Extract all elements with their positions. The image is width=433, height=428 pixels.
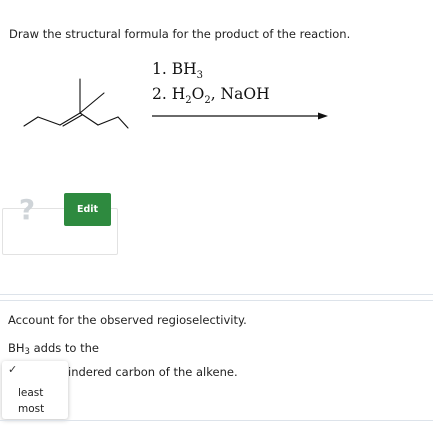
bottom-divider xyxy=(0,420,433,421)
step1-text: 1. BH xyxy=(152,60,197,78)
question-prompt: Draw the structural formula for the prod… xyxy=(9,27,351,41)
edit-button[interactable]: Edit xyxy=(64,193,111,226)
svg-text:?: ? xyxy=(19,195,35,225)
reaction-conditions: 1. BH3 2. H2O2, NaOH xyxy=(152,60,270,110)
step2-text-c: , NaOH xyxy=(210,85,270,104)
dropdown-option-most[interactable]: most xyxy=(18,403,44,415)
sentence-bh: BH xyxy=(8,341,25,355)
section-divider-2 xyxy=(0,300,433,301)
question-prompt-2: Account for the observed regioselectivit… xyxy=(8,313,247,327)
fill-in-sentence-end: indered carbon of the alkene. xyxy=(68,365,238,379)
sentence-text: adds to the xyxy=(29,341,99,355)
reaction-step-1: 1. BH3 xyxy=(152,60,270,85)
reaction-step-2: 2. H2O2, NaOH xyxy=(152,85,270,110)
section-divider xyxy=(0,294,433,295)
alkene-structure xyxy=(23,78,129,129)
reaction-arrow xyxy=(152,112,328,120)
step1-subscript: 3 xyxy=(196,70,203,82)
step2-text-b: O xyxy=(191,85,205,104)
fill-in-sentence-start: BH3 adds to the xyxy=(8,341,99,357)
checkmark-icon: ✓ xyxy=(8,363,18,376)
answer-dropdown[interactable]: ✓ least most xyxy=(2,361,68,419)
question-mark-icon: ? xyxy=(19,195,35,225)
dropdown-option-least[interactable]: least xyxy=(18,387,43,399)
step2-text-a: 2. H xyxy=(152,85,186,104)
